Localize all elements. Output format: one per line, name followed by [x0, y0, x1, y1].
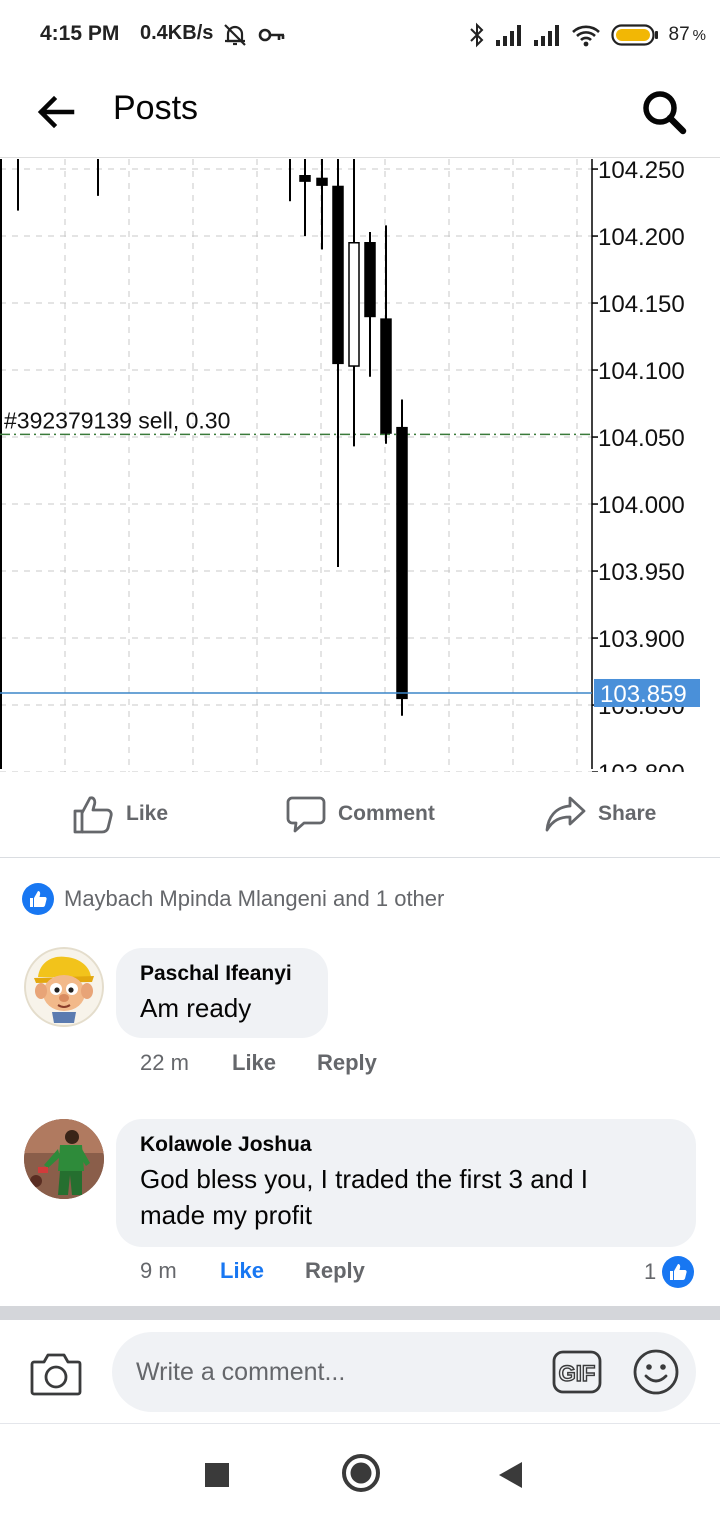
- reaction-summary[interactable]: Maybach Mpinda Mlangeni and 1 other: [22, 880, 444, 918]
- y-tick-label: 104.200: [598, 224, 685, 251]
- candlestick-chart: 104.250 104.200 104.150 104.100 104.050 104.0…: [0, 159, 720, 772]
- bluetooth-icon: [469, 22, 483, 48]
- comment-text: Am ready: [140, 993, 252, 1023]
- search-icon: [643, 91, 687, 135]
- like-reaction-icon: [22, 883, 54, 915]
- status-icons-right: 87%: [469, 20, 706, 50]
- comment-time: 22 m: [140, 1050, 189, 1075]
- y-tick-label: 103.950: [598, 559, 685, 586]
- order-label: #392379139 sell, 0.30: [4, 407, 230, 433]
- y-tick-label: 104.100: [598, 358, 685, 385]
- circle-home-icon: [342, 1454, 380, 1492]
- like-reaction-icon: [662, 1256, 695, 1288]
- back-arrow-icon: [37, 95, 75, 129]
- comment-reaction-count[interactable]: 1: [644, 1256, 695, 1288]
- candle-body: [396, 426, 408, 700]
- battery-icon: [610, 24, 658, 46]
- comment-reply-button[interactable]: Reply: [317, 1050, 377, 1076]
- alarm-off-icon: [224, 24, 246, 46]
- smiley-face-icon: [633, 1349, 679, 1395]
- current-price-label: 103.859: [600, 681, 687, 708]
- y-tick-label: 104.050: [598, 425, 685, 452]
- comment-like-button[interactable]: Like: [232, 1050, 317, 1076]
- emoji-button[interactable]: [632, 1348, 680, 1396]
- y-tick-label: 103.800: [598, 760, 685, 772]
- candle-body: [332, 185, 344, 365]
- home-button[interactable]: [338, 1450, 384, 1496]
- avatar[interactable]: [24, 1119, 104, 1199]
- candle-body: [348, 242, 360, 367]
- candle-body: [316, 177, 328, 186]
- square-recents-icon: [205, 1463, 229, 1487]
- y-tick-label: 104.000: [598, 492, 685, 519]
- camera-button[interactable]: [30, 1352, 82, 1396]
- y-tick-label: 104.250: [598, 159, 685, 184]
- wifi-icon: [571, 25, 600, 47]
- candle-body: [380, 318, 392, 434]
- comment-input[interactable]: [112, 1332, 696, 1412]
- comment-meta: 22 m Like Reply: [140, 1050, 377, 1076]
- comment-label: Comment: [338, 802, 435, 825]
- comment-meta: 9 m Like Reply: [140, 1258, 365, 1284]
- page-title: Posts: [113, 89, 199, 127]
- cartoon-avatar-image: [24, 947, 104, 1027]
- vpn-key-icon: [258, 28, 285, 42]
- status-icons-left: [222, 20, 286, 50]
- like-label: Like: [126, 802, 169, 825]
- commenter-name[interactable]: Kolawole Joshua: [140, 1133, 672, 1157]
- gif-button[interactable]: GIF: [552, 1350, 602, 1394]
- post-action-bar: Like Comment Share: [0, 772, 720, 858]
- y-tick-label: 103.900: [598, 626, 685, 653]
- comment-text-line: God bless you, I traded the first 3 and …: [140, 1164, 589, 1194]
- battery-percentage: 87%: [668, 24, 706, 45]
- share-label: Share: [598, 802, 657, 825]
- comment-bubble: Paschal Ifeanyi Am ready: [116, 948, 328, 1038]
- profile-photo-avatar: [24, 1119, 104, 1199]
- thumbs-up-icon: [73, 796, 113, 834]
- system-nav-bar: [0, 1425, 720, 1520]
- back-button[interactable]: [34, 90, 78, 134]
- share-arrow-icon: [545, 796, 586, 832]
- signal-icon: [533, 25, 559, 46]
- comment-bubble: Kolawole Joshua God bless you, I traded …: [116, 1119, 696, 1247]
- back-nav-button[interactable]: [492, 1455, 532, 1495]
- status-time: 4:15 PM: [40, 22, 120, 45]
- comment-reply-button[interactable]: Reply: [305, 1258, 365, 1284]
- comment-like-button[interactable]: Like: [220, 1258, 305, 1284]
- search-button[interactable]: [638, 86, 690, 138]
- comment-button[interactable]: Comment: [286, 792, 435, 836]
- candle-body: [364, 242, 376, 318]
- avatar[interactable]: [24, 947, 104, 1027]
- post-chart-image[interactable]: 104.250 104.200 104.150 104.100 104.050 104.0…: [0, 159, 720, 772]
- candle-body: [299, 175, 311, 182]
- signal-icon: [495, 25, 521, 46]
- triangle-back-icon: [499, 1462, 522, 1488]
- y-tick-label: 104.150: [598, 291, 685, 318]
- recents-button[interactable]: [197, 1455, 237, 1495]
- comment-text-line: made my profit: [140, 1200, 312, 1230]
- comment-composer: GIF: [0, 1320, 720, 1424]
- comment-bubble-icon: [286, 796, 326, 833]
- comment-time: 9 m: [140, 1258, 177, 1283]
- reaction-text: Maybach Mpinda Mlangeni and 1 other: [64, 886, 445, 911]
- reaction-count: 1: [644, 1259, 657, 1284]
- like-button[interactable]: Like: [72, 792, 168, 836]
- camera-icon: [30, 1353, 82, 1396]
- status-bar: 4:15 PM 0.4KB/s 87 %: [0, 0, 720, 70]
- share-button[interactable]: Share: [544, 792, 656, 836]
- section-divider: [0, 1306, 720, 1320]
- commenter-name[interactable]: Paschal Ifeanyi: [140, 962, 304, 986]
- gif-icon: GIF: [552, 1350, 602, 1394]
- svg-text:GIF: GIF: [559, 1361, 596, 1386]
- network-speed: 0.4KB/s: [140, 22, 214, 44]
- app-header: Posts: [0, 70, 720, 158]
